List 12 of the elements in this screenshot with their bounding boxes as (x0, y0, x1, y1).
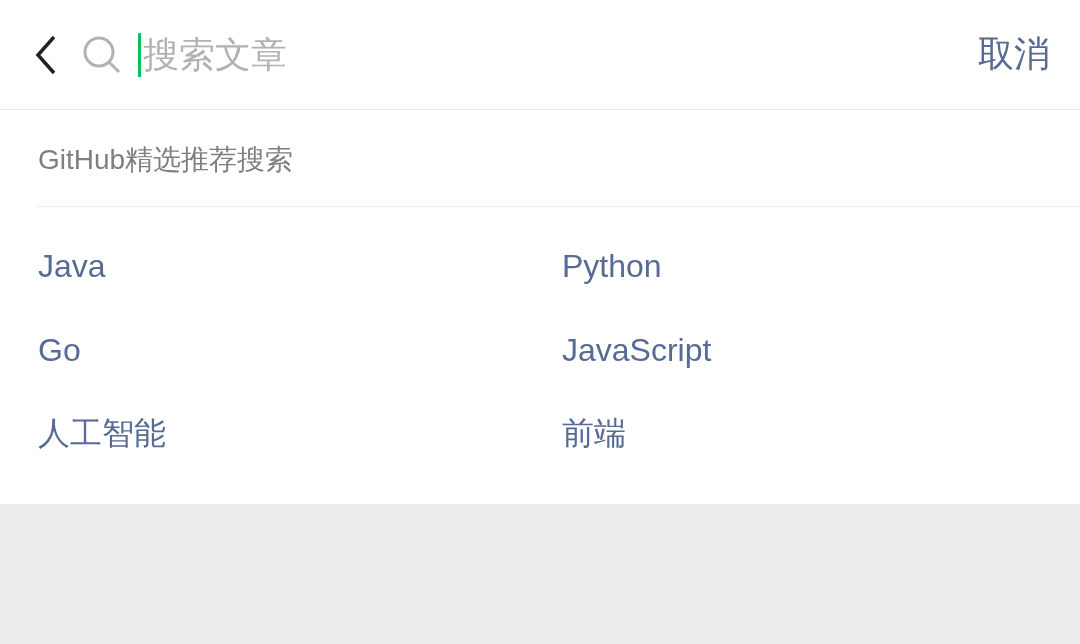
suggestion-link[interactable]: Java (38, 247, 106, 285)
search-icon (82, 34, 122, 75)
text-cursor (138, 32, 141, 77)
section-title: GitHub精选推荐搜索 (36, 110, 1080, 207)
suggestion-link[interactable]: 前端 (562, 412, 626, 456)
suggestion-link[interactable]: Go (38, 331, 81, 369)
cancel-button[interactable]: 取消 (976, 30, 1052, 79)
suggestion-link[interactable]: JavaScript (562, 331, 712, 369)
suggestion-link[interactable]: Python (562, 247, 662, 285)
back-chevron-icon[interactable] (34, 34, 58, 75)
suggestion-link[interactable]: 人工智能 (38, 412, 166, 456)
search-input[interactable]: 搜索文章 (143, 29, 976, 80)
